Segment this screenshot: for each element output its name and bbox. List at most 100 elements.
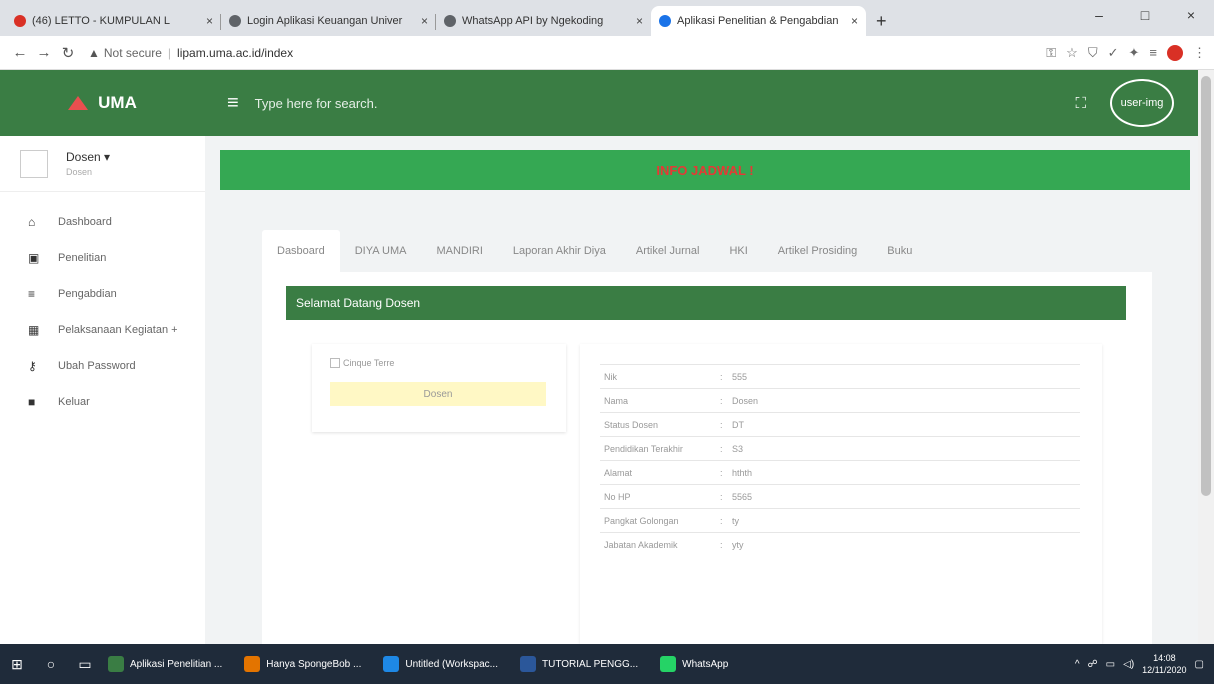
taskbar-app-label: Hanya SpongeBob ...	[266, 658, 362, 670]
browser-tab[interactable]: (46) LETTO - KUMPULAN L ×	[6, 6, 221, 36]
url-field[interactable]: ▲ Not secure | lipam.uma.ac.id/index	[88, 40, 1038, 66]
menu-dots-icon[interactable]: ⋮	[1193, 45, 1206, 61]
tab-artikel-jurnal[interactable]: Artikel Jurnal	[621, 230, 715, 272]
close-tab-icon[interactable]: ×	[421, 14, 428, 28]
taskbar-app[interactable]: Aplikasi Penelitian ...	[102, 644, 228, 684]
search-input[interactable]: Type here for search.	[255, 96, 1076, 111]
tab-artikel-prosiding[interactable]: Artikel Prosiding	[763, 230, 872, 272]
puzzle-icon[interactable]: ✦	[1129, 45, 1140, 61]
taskbar-app[interactable]: WhatsApp	[654, 644, 734, 684]
notification-icon[interactable]: ▢	[1195, 659, 1204, 670]
clock-time: 14:08	[1153, 653, 1176, 663]
close-tab-icon[interactable]: ×	[636, 14, 643, 28]
home-icon: ⌂	[28, 215, 36, 229]
detail-value: DT	[732, 419, 744, 430]
detail-value: 555	[732, 371, 748, 382]
sidebar-item-dashboard[interactable]: ⌂ Dashboard	[0, 204, 205, 240]
close-window-button[interactable]: ×	[1168, 0, 1214, 30]
chrome-icon	[108, 656, 124, 672]
star-icon[interactable]: ☆	[1066, 45, 1078, 61]
fullscreen-icon[interactable]: ⛶	[1075, 95, 1086, 112]
address-bar: ← → ↻ ▲ Not secure | lipam.uma.ac.id/ind…	[0, 36, 1214, 70]
battery-icon[interactable]: ▭	[1106, 659, 1115, 670]
tab-dasboard[interactable]: Dasboard	[262, 230, 340, 272]
info-banner[interactable]: INFO JADWAL !	[220, 150, 1190, 190]
taskbar-app[interactable]: TUTORIAL PENGG...	[514, 644, 644, 684]
sidebar-item-pelaksanaan[interactable]: ▦ Pelaksanaan Kegiatan +	[0, 312, 205, 348]
page-scrollbar[interactable]	[1198, 70, 1214, 644]
clock[interactable]: 14:08 12/11/2020	[1142, 652, 1186, 676]
warning-icon: ▲	[88, 45, 100, 60]
user-avatar[interactable]: user-img	[1110, 79, 1174, 127]
extension-icons: ⚿ ☆ ⛉ ✓ ✦ ≡ ⋮	[1046, 44, 1206, 61]
brand[interactable]: UMA	[0, 93, 205, 113]
table-row: No HP:5565	[600, 484, 1080, 508]
browser-tab[interactable]: WhatsApp API by Ngekoding ×	[436, 6, 651, 36]
dashboard-panel: Selamat Datang Dosen Cinque Terre Dosen …	[262, 272, 1152, 644]
windows-start-icon[interactable]: ⊞	[0, 644, 34, 684]
tab-mandiri[interactable]: MANDIRI	[421, 230, 497, 272]
taskbar-app-label: Aplikasi Penelitian ...	[130, 658, 223, 670]
welcome-header: Selamat Datang Dosen	[286, 286, 1126, 320]
forward-icon[interactable]: →	[32, 44, 56, 61]
volume-icon[interactable]: ◁)	[1123, 659, 1134, 670]
sidebar-item-label: Keluar	[58, 396, 90, 408]
maximize-button[interactable]: □	[1122, 0, 1168, 30]
tab-diya-uma[interactable]: DIYA UMA	[340, 230, 422, 272]
sidebar: Dosen ▾ Dosen ⌂ Dashboard ▣ Penelitian ≡ Pe…	[0, 136, 205, 644]
detail-value: Dosen	[732, 395, 759, 406]
browser-tab[interactable]: Login Aplikasi Keuangan Univer ×	[221, 6, 436, 36]
close-tab-icon[interactable]: ×	[206, 14, 213, 28]
detail-label: Pendidikan Terakhir	[604, 443, 683, 454]
taskbar-app[interactable]: Hanya SpongeBob ...	[238, 644, 367, 684]
close-tab-icon[interactable]: ×	[851, 14, 858, 28]
tab-laporan-akhir-diya[interactable]: Laporan Akhir Diya	[498, 230, 621, 272]
app-page: UMA ≡ Type here for search. ⛶ user-img D…	[0, 70, 1214, 644]
tab-hki[interactable]: HKI	[714, 230, 762, 272]
tab-buku[interactable]: Buku	[872, 230, 927, 272]
chevron-up-icon[interactable]: ^	[1075, 659, 1080, 670]
profile-details: Nik:555 Nama: Dosen Status Dosen: DT Pendi…	[580, 344, 1102, 644]
profile-avatar[interactable]	[1167, 44, 1183, 61]
shield-icon[interactable]: ⛉	[1088, 45, 1098, 61]
user-role: Dosen	[66, 167, 93, 177]
hamburger-menu-icon[interactable]: ≡	[227, 92, 239, 115]
detail-label: Jabatan Akademik	[604, 539, 678, 550]
broken-image-icon	[330, 358, 340, 368]
table-row: Pangkat Golongan: ty	[600, 508, 1080, 532]
network-icon[interactable]: ☍	[1088, 659, 1098, 670]
sidebar-user[interactable]: Dosen ▾ Dosen	[0, 136, 205, 192]
reload-icon[interactable]: ↻	[56, 44, 80, 62]
sidebar-item-penelitian[interactable]: ▣ Penelitian	[0, 240, 205, 276]
browser-tab-active[interactable]: Aplikasi Penelitian & Pengabdian ×	[651, 6, 866, 36]
sidebar-item-ubah-password[interactable]: ⚷ Ubah Password	[0, 348, 205, 384]
profile-image-alt: Cinque Terre	[343, 358, 395, 368]
sidebar-item-label: Ubah Password	[58, 360, 136, 372]
back-icon[interactable]: ←	[8, 44, 32, 61]
top-navbar: UMA ≡ Type here for search. ⛶ user-img	[0, 70, 1198, 136]
minimize-button[interactable]: –	[1076, 0, 1122, 30]
sidebar-item-pengabdian[interactable]: ≡ Pengabdian	[0, 276, 205, 312]
windows-taskbar: ⊞ ○ ▭ Aplikasi Penelitian ... Hanya Spon…	[0, 644, 1214, 684]
scrollbar-thumb[interactable]	[1201, 76, 1211, 496]
playlist-icon[interactable]: ≡	[1149, 45, 1157, 60]
key-icon: ⚷	[28, 359, 37, 373]
brand-name: UMA	[98, 93, 137, 112]
tab-title: WhatsApp API by Ngekoding	[462, 15, 604, 27]
table-row: Nama: Dosen	[600, 388, 1080, 412]
detail-value: yty	[732, 539, 744, 550]
taskbar-app[interactable]: Untitled (Workspac...	[377, 644, 504, 684]
details-table: Nik:555 Nama: Dosen Status Dosen: DT Pendi…	[600, 364, 1080, 556]
book-icon: ▣	[28, 251, 40, 265]
main-content: INFO JADWAL ! Dasboard DIYA UMA MANDIRI …	[220, 150, 1190, 644]
task-view-icon[interactable]: ▭	[68, 644, 102, 684]
new-tab-button[interactable]: +	[866, 6, 897, 36]
search-icon[interactable]: ○	[34, 644, 68, 684]
tab-title: Login Aplikasi Keuangan Univer	[247, 15, 403, 27]
detail-label: Status Dosen	[604, 419, 659, 430]
sidebar-item-keluar[interactable]: ■ Keluar	[0, 384, 205, 420]
key-icon[interactable]: ⚿	[1046, 45, 1056, 61]
user-name[interactable]: Dosen ▾	[66, 150, 110, 164]
security-label: Not secure	[103, 45, 162, 60]
check-icon[interactable]: ✓	[1108, 45, 1119, 61]
